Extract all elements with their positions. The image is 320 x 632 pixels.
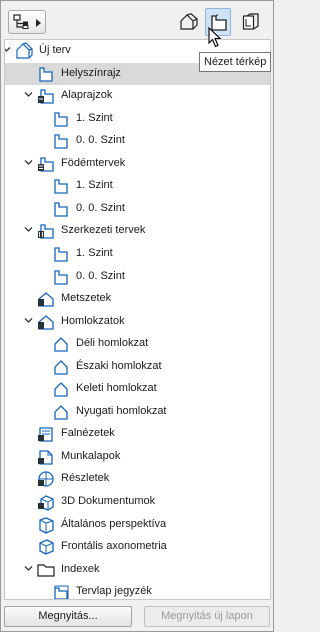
tree-row[interactable]: Nyugati homlokzat — [5, 401, 270, 423]
tree-row[interactable]: Frontális axonometria — [5, 536, 270, 558]
tree-row[interactable]: Általános perspektíva — [5, 514, 270, 536]
tree-row[interactable]: 1. Szint — [5, 243, 270, 265]
tree-row-label: Szerkezeti tervek — [61, 224, 146, 237]
view-map-tree: Új terv Helyszínrajz Alaprajzok 1. Szint 0. … — [4, 39, 271, 600]
ceiling-plan-icon — [54, 179, 68, 194]
tree-row[interactable]: Indexek — [5, 559, 270, 581]
tree-row-label: Nyugati homlokzat — [76, 404, 167, 417]
tree-row-label: Munkalapok — [61, 449, 121, 462]
tree-row-label: Keleti homlokzat — [76, 382, 157, 395]
tree-row-label: Födémtervek — [61, 156, 126, 169]
view-map-panel: Új terv Helyszínrajz Alaprajzok 1. Szint 0. … — [0, 0, 274, 632]
structural-plans-folder-icon — [38, 224, 54, 240]
caret-right-icon — [36, 19, 41, 27]
tree-row-label: 1. Szint — [76, 247, 113, 259]
elevations-icon — [38, 314, 54, 330]
tree-row[interactable]: Tervlap jegyzék — [5, 581, 270, 599]
floor-plans-folder-icon — [38, 89, 54, 104]
mouse-pointer-icon — [208, 27, 222, 48]
tree-row-label: 3D Dokumentumok — [61, 495, 156, 507]
tree-row-label: Alaprajzok — [61, 89, 113, 102]
open-button[interactable]: Megnyitás... — [4, 606, 132, 627]
elevation-icon — [54, 337, 68, 352]
tree-row-label: Homlokzatok — [61, 314, 125, 327]
open-in-new-tab-button[interactable]: Megnyitás új lapon — [144, 606, 270, 627]
layout-book-button[interactable] — [238, 8, 264, 36]
tree-row-label: Indexek — [61, 562, 100, 575]
elevation-icon — [54, 382, 68, 397]
tree-row[interactable]: Metszetek — [5, 288, 270, 310]
footer: Megnyitás... Megnyitás új lapon — [1, 601, 273, 631]
project-house-icon — [16, 42, 33, 59]
elevation-icon — [54, 404, 68, 420]
project-map-icon — [180, 13, 198, 30]
tree-options-icon — [13, 14, 29, 29]
tree-row-label: Általános perspektíva — [61, 517, 167, 530]
3d-documents-icon — [38, 495, 54, 511]
tree-row[interactable]: Homlokzatok — [5, 311, 270, 333]
tree-row-label: 0. 0. Szint — [76, 134, 125, 147]
chevron-down-icon[interactable] — [24, 316, 33, 325]
tree-row[interactable]: Munkalapok — [5, 446, 270, 468]
options-dropdown-button[interactable] — [8, 10, 46, 34]
tree-row[interactable]: 1. Szint — [5, 108, 270, 130]
tree-row-label: 1. Szint — [76, 179, 113, 192]
tree-row[interactable]: Déli homlokzat — [5, 333, 270, 355]
structural-plan-icon — [54, 269, 68, 285]
tree-row-label: Részletek — [61, 472, 110, 485]
chevron-down-icon[interactable] — [4, 45, 11, 54]
chevron-down-icon[interactable] — [24, 564, 33, 573]
tree-row[interactable]: 3D Dokumentumok — [5, 491, 270, 513]
view-map-tooltip: Nézet térkép — [199, 52, 272, 72]
tree-row-label: 0. 0. Szint — [76, 269, 125, 282]
floor-plan-icon — [54, 112, 68, 127]
tree-row[interactable]: 0. 0. Szint — [5, 130, 270, 152]
chevron-down-icon[interactable] — [24, 225, 33, 234]
interior-elevations-icon — [38, 427, 53, 443]
tree-row-label: 0. 0. Szint — [76, 201, 125, 214]
tree-row[interactable]: Födémtervek — [5, 153, 270, 175]
chevron-down-icon[interactable] — [24, 90, 33, 99]
tree-row[interactable]: Szerkezeti tervek — [5, 220, 270, 242]
project-map-button[interactable] — [176, 8, 202, 36]
ceiling-plans-folder-icon — [38, 157, 54, 172]
site-plan-icon — [39, 66, 53, 82]
tree-row[interactable]: Alaprajzok — [5, 85, 270, 107]
elevation-icon — [54, 359, 68, 375]
tree-row-label: Tervlap jegyzék — [76, 585, 152, 598]
tree-row-label: Új terv — [39, 44, 71, 56]
ceiling-plan-icon — [54, 202, 68, 217]
indexes-folder-icon — [37, 563, 55, 577]
tree-row-label: Déli homlokzat — [76, 337, 149, 350]
tree-row-label: 1. Szint — [76, 111, 113, 124]
tree-row[interactable]: Részletek — [5, 468, 270, 490]
sections-icon — [38, 292, 54, 307]
layout-book-icon — [242, 13, 259, 30]
tree-row[interactable]: Északi homlokzat — [5, 356, 270, 378]
tree-row-label: Falnézetek — [61, 427, 115, 440]
tree-row-label: Frontális axonometria — [61, 540, 167, 553]
details-icon — [38, 471, 54, 488]
toolbar — [1, 1, 273, 39]
floor-plan-icon — [54, 134, 68, 149]
perspective-icon — [39, 516, 54, 534]
tree-row[interactable]: Falnézetek — [5, 423, 270, 445]
drawing-list-icon — [54, 585, 69, 599]
chevron-down-icon[interactable] — [24, 158, 33, 167]
tree-row-label: Metszetek — [61, 292, 112, 305]
tree-row[interactable]: 0. 0. Szint — [5, 198, 270, 220]
worksheets-icon — [38, 450, 53, 465]
structural-plan-icon — [54, 247, 68, 262]
tree-row-label: Helyszínrajz — [61, 66, 121, 79]
axonometry-icon — [39, 539, 54, 555]
tree-row-label: Északi homlokzat — [76, 359, 162, 372]
tree-row[interactable]: 1. Szint — [5, 175, 270, 197]
tree-row[interactable]: Keleti homlokzat — [5, 378, 270, 400]
tree-row[interactable]: 0. 0. Szint — [5, 266, 270, 288]
